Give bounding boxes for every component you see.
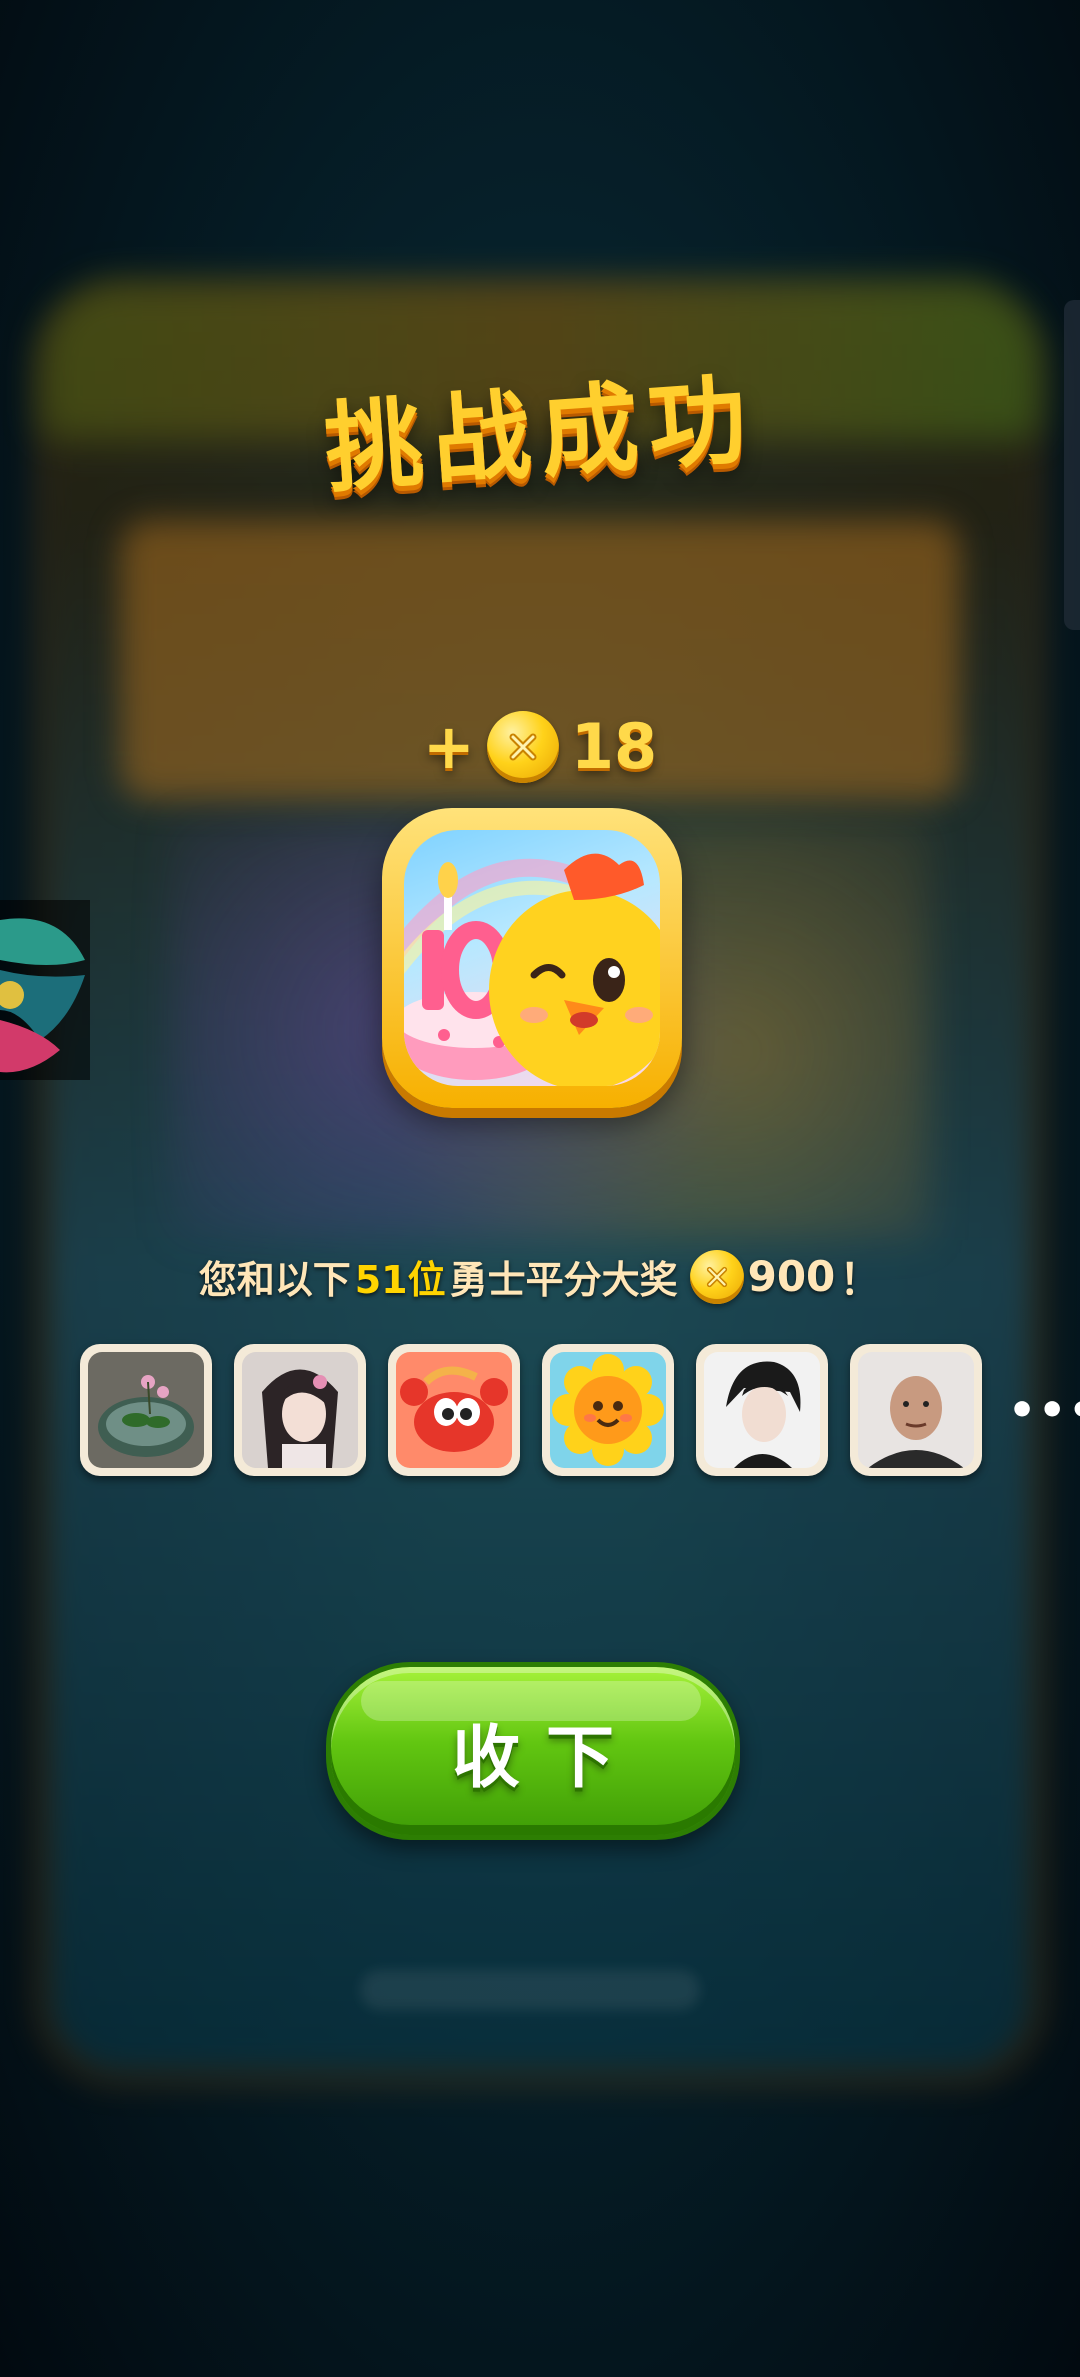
game-screen: 挑战成功 + 18 您和以下 51位 勇士平分大奖 900 ！ •• 收下 xyxy=(0,0,1080,2377)
participant-avatar[interactable] xyxy=(80,1344,212,1476)
participant-avatar[interactable] xyxy=(696,1344,828,1476)
message-middle: 勇士平分大奖 xyxy=(449,1258,678,1302)
reward-coin-amount: 18 xyxy=(570,710,658,783)
prize-amount: 900 xyxy=(747,1252,836,1301)
collect-button-label: 收下 xyxy=(451,1718,640,1798)
flower-bowl-avatar xyxy=(88,1352,204,1468)
gold-coin-icon xyxy=(689,1249,744,1304)
chick-birthday-cake-icon xyxy=(404,830,660,1086)
participant-avatar[interactable] xyxy=(542,1344,674,1476)
participant-avatar[interactable] xyxy=(850,1344,982,1476)
floating-logo[interactable] xyxy=(0,900,90,1080)
sunflower-avatar xyxy=(550,1352,666,1468)
participant-avatar[interactable] xyxy=(388,1344,520,1476)
gold-coin-icon xyxy=(486,710,559,783)
message-suffix: ！ xyxy=(839,1255,882,1304)
anime-boy-avatar xyxy=(704,1352,820,1468)
crab-avatar xyxy=(396,1352,512,1468)
more-participants-indicator[interactable]: ••• xyxy=(1008,1385,1080,1436)
message-prefix: 您和以下 xyxy=(198,1258,351,1302)
floating-logo-icon xyxy=(0,918,85,1073)
reward-plus-sign: + xyxy=(422,710,475,783)
participant-avatars: ••• xyxy=(80,1344,1080,1476)
participant-avatar[interactable] xyxy=(234,1344,366,1476)
man-photo-avatar xyxy=(858,1352,974,1468)
background-pill-blur xyxy=(360,1970,700,2010)
collect-button[interactable]: 收下 xyxy=(326,1662,740,1840)
participant-count: 51位 xyxy=(354,1258,446,1302)
anime-girl-avatar xyxy=(242,1352,358,1468)
reward-amount: + 18 xyxy=(0,710,1080,783)
game-app-icon xyxy=(382,808,682,1108)
prize-share-message: 您和以下 51位 勇士平分大奖 900 ！ xyxy=(0,1246,1080,1307)
